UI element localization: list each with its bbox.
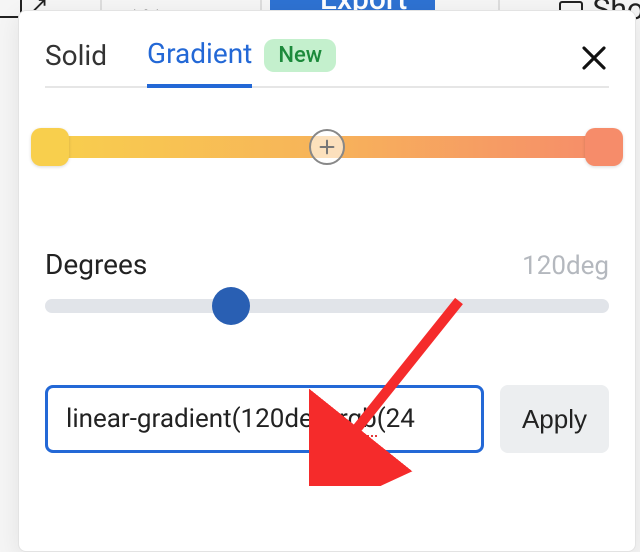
gradient-stops-editor[interactable] [45, 136, 609, 158]
css-gradient-input[interactable]: linear-gradient(120deg, rgb(24 [45, 385, 484, 453]
color-stop-1[interactable] [31, 128, 69, 166]
close-button[interactable] [579, 43, 609, 73]
gradient-picker-panel: Solid Gradient New Degrees 120deg linear… [18, 10, 636, 552]
close-icon [579, 43, 609, 73]
degrees-slider[interactable] [45, 299, 609, 313]
new-badge: New [264, 39, 336, 72]
degrees-label: Degrees [45, 248, 147, 281]
degrees-slider-thumb[interactable] [212, 287, 250, 325]
add-color-stop-button[interactable] [309, 129, 345, 165]
degrees-value: 120deg [522, 251, 609, 281]
input-text-prefix: linear-gradient(120deg, [66, 404, 339, 434]
color-stop-2[interactable] [585, 128, 623, 166]
tab-solid[interactable]: Solid [45, 39, 107, 86]
plus-icon [316, 136, 338, 158]
tab-gradient[interactable]: Gradient [147, 37, 252, 88]
fill-tabs: Solid Gradient New [45, 11, 609, 88]
input-text-suffix: (24 [377, 404, 415, 434]
input-text-spell: rgb [339, 404, 377, 437]
apply-button[interactable]: Apply [500, 385, 609, 453]
